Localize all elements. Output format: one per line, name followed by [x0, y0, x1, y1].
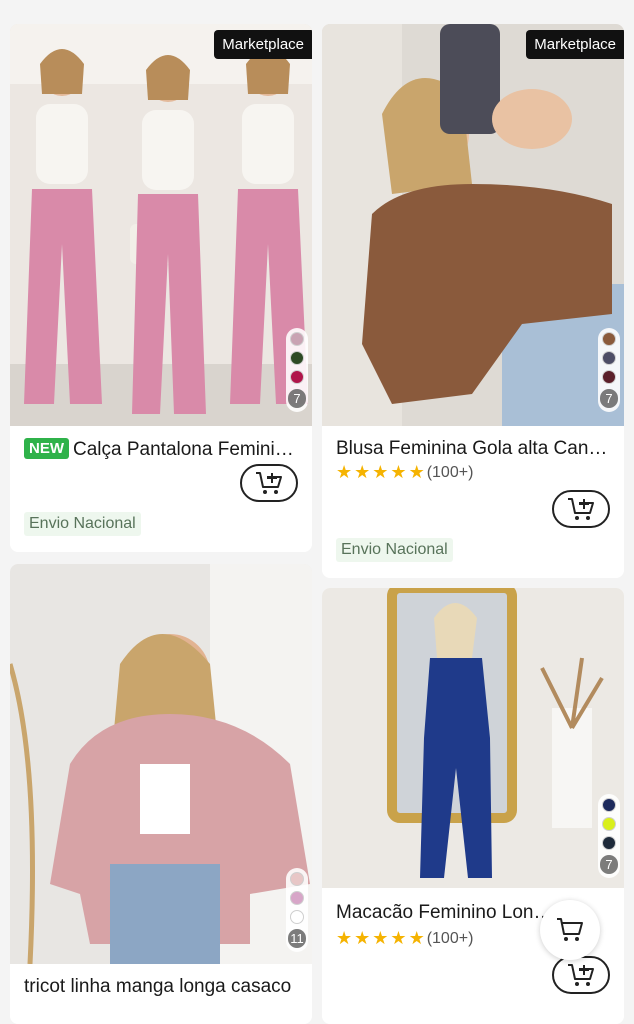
- product-image-4[interactable]: 7: [322, 588, 624, 888]
- product-title-1[interactable]: NEWCalça Pantalona Feminina Canelada: [24, 438, 300, 461]
- product-card-3[interactable]: 11 tricot linha manga longa casaco: [10, 564, 312, 1024]
- star-icon: ★: [354, 928, 371, 948]
- color-swatches[interactable]: 7: [286, 328, 308, 412]
- star-icon: ★: [390, 462, 407, 482]
- product-title-text[interactable]: Calça Pantalona Feminina Canelada: [73, 439, 300, 460]
- add-to-cart-icon: [568, 498, 594, 520]
- color-swatch[interactable]: [602, 817, 616, 831]
- star-icon: ★: [336, 462, 353, 482]
- add-to-cart-button[interactable]: [552, 490, 610, 528]
- product-rating: ★ ★ ★ ★ ★ (100+): [336, 928, 473, 949]
- marketplace-badge: Marketplace: [526, 30, 624, 59]
- add-to-cart-button[interactable]: [240, 464, 298, 502]
- star-icon: ★: [372, 928, 389, 948]
- product-rating: ★ ★ ★ ★ ★ (100+): [336, 462, 473, 483]
- color-count: 7: [288, 389, 306, 408]
- rating-count: (100+): [426, 463, 474, 481]
- color-swatch[interactable]: [290, 891, 304, 905]
- rating-count: (100+): [426, 929, 474, 947]
- product-card-1[interactable]: Marketplace 7 NEW Calça Pantalona Feminin…: [10, 24, 312, 552]
- color-swatches[interactable]: 11: [286, 868, 308, 952]
- floating-cart-button[interactable]: [540, 900, 600, 960]
- color-swatch[interactable]: [602, 836, 616, 850]
- product-card-2[interactable]: Marketplace 7 Blusa Feminina Gola alta C…: [322, 24, 624, 578]
- color-swatch[interactable]: [602, 798, 616, 812]
- color-swatches[interactable]: 7: [598, 794, 620, 878]
- shipping-label: Envio Nacional: [24, 512, 141, 536]
- color-swatch[interactable]: [602, 351, 616, 365]
- color-swatch[interactable]: [290, 351, 304, 365]
- product-image-3[interactable]: 11: [10, 564, 312, 964]
- color-swatch[interactable]: [290, 910, 304, 924]
- star-icon: ★: [390, 928, 407, 948]
- star-icon: ★: [354, 462, 371, 482]
- color-swatch[interactable]: [290, 370, 304, 384]
- color-swatch[interactable]: [602, 370, 616, 384]
- shipping-label: Envio Nacional: [336, 538, 453, 562]
- star-half-icon: ★: [408, 928, 425, 948]
- add-to-cart-icon: [256, 472, 282, 494]
- product-title-2[interactable]: Blusa Feminina Gola alta Canelada: [336, 438, 612, 460]
- color-swatch[interactable]: [290, 332, 304, 346]
- star-half-icon: ★: [408, 462, 425, 482]
- product-image-2[interactable]: Marketplace 7: [322, 24, 624, 426]
- product-title-4[interactable]: Macacão Feminino Longo Alcinha: [336, 902, 554, 924]
- new-badge: NEW: [24, 438, 69, 459]
- product-image-1[interactable]: Marketplace 7: [10, 24, 312, 426]
- marketplace-badge: Marketplace: [214, 30, 312, 59]
- star-icon: ★: [336, 928, 353, 948]
- color-swatch[interactable]: [602, 332, 616, 346]
- star-icon: ★: [372, 462, 389, 482]
- color-swatches[interactable]: 7: [598, 328, 620, 412]
- color-count: 11: [288, 929, 306, 948]
- add-to-cart-button[interactable]: [552, 956, 610, 994]
- color-count: 7: [600, 855, 618, 874]
- color-count: 7: [600, 389, 618, 408]
- product-grid: Marketplace 7 NEW Calça Pantalona Feminin…: [0, 0, 634, 1024]
- product-title-3[interactable]: tricot linha manga longa casaco: [24, 976, 300, 998]
- add-to-cart-icon: [568, 964, 594, 986]
- color-swatch[interactable]: [290, 872, 304, 886]
- cart-icon: [557, 918, 583, 941]
